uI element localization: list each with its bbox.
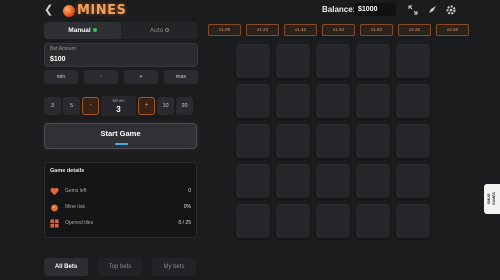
grid-icon <box>50 219 59 228</box>
gear-icon[interactable] <box>445 4 457 16</box>
grid-tile[interactable] <box>276 44 310 78</box>
start-game-button[interactable]: Start Game <box>44 123 197 149</box>
grid-tile[interactable] <box>236 84 270 118</box>
bets-tabs: All Bets Top bets My bets <box>44 258 196 276</box>
increase-bet-button[interactable]: + <box>124 70 158 84</box>
grid-tile[interactable] <box>276 164 310 198</box>
bet-amount-value[interactable]: $100 <box>50 56 66 63</box>
multiplier-chip: x1.08 <box>208 24 241 36</box>
multiplier-chip: x1.92 <box>360 24 393 36</box>
opened-tiles-value: 0 / 25 <box>178 220 191 226</box>
multiplier-chip: x1.64 <box>322 24 355 36</box>
multiplier-chip: x2.25 <box>398 24 431 36</box>
mines-preset-5[interactable]: 5 <box>63 97 80 115</box>
side-badge[interactable]: SMUG GAMES <box>484 184 500 214</box>
mines-count-display: Mines 3 <box>101 96 136 116</box>
mines-decrease-button[interactable]: - <box>82 97 99 115</box>
grid-tile[interactable] <box>396 204 430 238</box>
expand-icon[interactable] <box>407 4 419 16</box>
max-button[interactable]: max <box>164 70 198 84</box>
chevron-left-icon[interactable]: ❮ <box>44 4 54 16</box>
multiplier-chip: x2.68 <box>436 24 469 36</box>
grid-tile[interactable] <box>316 164 350 198</box>
start-game-label: Start Game <box>100 129 141 138</box>
tab-all-bets[interactable]: All Bets <box>44 258 88 276</box>
grid-tile[interactable] <box>396 44 430 78</box>
tab-my-bets[interactable]: My bets <box>152 258 196 276</box>
mines-increase-button[interactable]: + <box>138 97 155 115</box>
mines-selector: 3 5 - Mines 3 + 10 20 <box>44 96 193 116</box>
mines-preset-3[interactable]: 3 <box>44 97 61 115</box>
inactive-dot-icon <box>165 28 170 33</box>
tab-top-bets[interactable]: Top bets <box>98 258 142 276</box>
grid-tile[interactable] <box>356 84 390 118</box>
grid-tile[interactable] <box>316 44 350 78</box>
grid-tile[interactable] <box>236 164 270 198</box>
grid-tile[interactable] <box>356 204 390 238</box>
multiplier-chip: x1.23 <box>246 24 279 36</box>
detail-row-gems: Gems left 0 <box>50 186 193 198</box>
opened-tiles-label: Opened tiles <box>65 220 94 226</box>
grid-tile[interactable] <box>236 124 270 158</box>
mine-ball-icon <box>63 4 75 17</box>
grid-tile[interactable] <box>396 164 430 198</box>
mines-value: 3 <box>116 105 121 114</box>
multiplier-chip: x1.42 <box>284 24 317 36</box>
tab-auto-label: Auto <box>149 27 164 34</box>
mode-tabs: Manual Auto <box>44 22 198 39</box>
start-indicator <box>115 143 128 145</box>
grid-tile[interactable] <box>276 84 310 118</box>
active-dot-icon <box>92 28 97 33</box>
grid-tile[interactable] <box>316 124 350 158</box>
grid-tile[interactable] <box>356 164 390 198</box>
mine-risk-label: Mine risk <box>65 204 86 210</box>
grid-tile[interactable] <box>316 204 350 238</box>
top-bar: ❮ MINES Balance: $1000 <box>0 0 500 22</box>
tab-manual[interactable]: Manual <box>44 22 121 39</box>
grid-tile[interactable] <box>276 204 310 238</box>
tab-auto[interactable]: Auto <box>121 22 198 39</box>
game-details-panel: Game details Gems left 0 Mine risk 0% Op… <box>44 162 197 238</box>
side-badge-text: SMUG GAMES <box>487 192 496 206</box>
logo-text: MINES <box>77 3 127 18</box>
game-logo: MINES <box>63 3 126 18</box>
mines-preset-10[interactable]: 10 <box>157 97 174 115</box>
gems-left-value: 0 <box>188 188 191 194</box>
mine-risk-value: 0% <box>183 204 191 210</box>
heart-icon <box>50 187 59 196</box>
bet-amount-label: Bet Amount <box>50 46 76 52</box>
grid-tile[interactable] <box>396 84 430 118</box>
tab-manual-label: Manual <box>68 27 91 34</box>
detail-row-tiles: Opened tiles 0 / 25 <box>50 218 193 230</box>
mines-preset-20[interactable]: 20 <box>176 97 193 115</box>
grid-tile[interactable] <box>396 124 430 158</box>
amount-buttons: min - + max <box>44 70 198 84</box>
gems-left-label: Gems left <box>65 188 87 194</box>
mines-label: Mines <box>112 98 125 103</box>
min-button[interactable]: min <box>44 70 78 84</box>
rocket-icon[interactable] <box>426 4 438 16</box>
decrease-bet-button[interactable]: - <box>84 70 118 84</box>
grid-tile[interactable] <box>316 84 350 118</box>
grid-tile[interactable] <box>236 204 270 238</box>
fire-icon <box>51 204 58 212</box>
grid-tile[interactable] <box>236 44 270 78</box>
grid-tile[interactable] <box>356 44 390 78</box>
balance-value: $1000 <box>354 3 396 16</box>
grid-tile[interactable] <box>356 124 390 158</box>
grid-tile[interactable] <box>276 124 310 158</box>
bet-amount-field[interactable]: Bet Amount $100 <box>44 43 198 67</box>
mines-grid <box>236 44 430 238</box>
game-details-title: Game details <box>50 168 85 174</box>
balance-label: Balance: <box>322 5 356 14</box>
detail-row-risk: Mine risk 0% <box>50 202 193 214</box>
multiplier-row: x1.08 x1.23 x1.42 x1.64 x1.92 x2.25 x2.6… <box>208 24 469 36</box>
